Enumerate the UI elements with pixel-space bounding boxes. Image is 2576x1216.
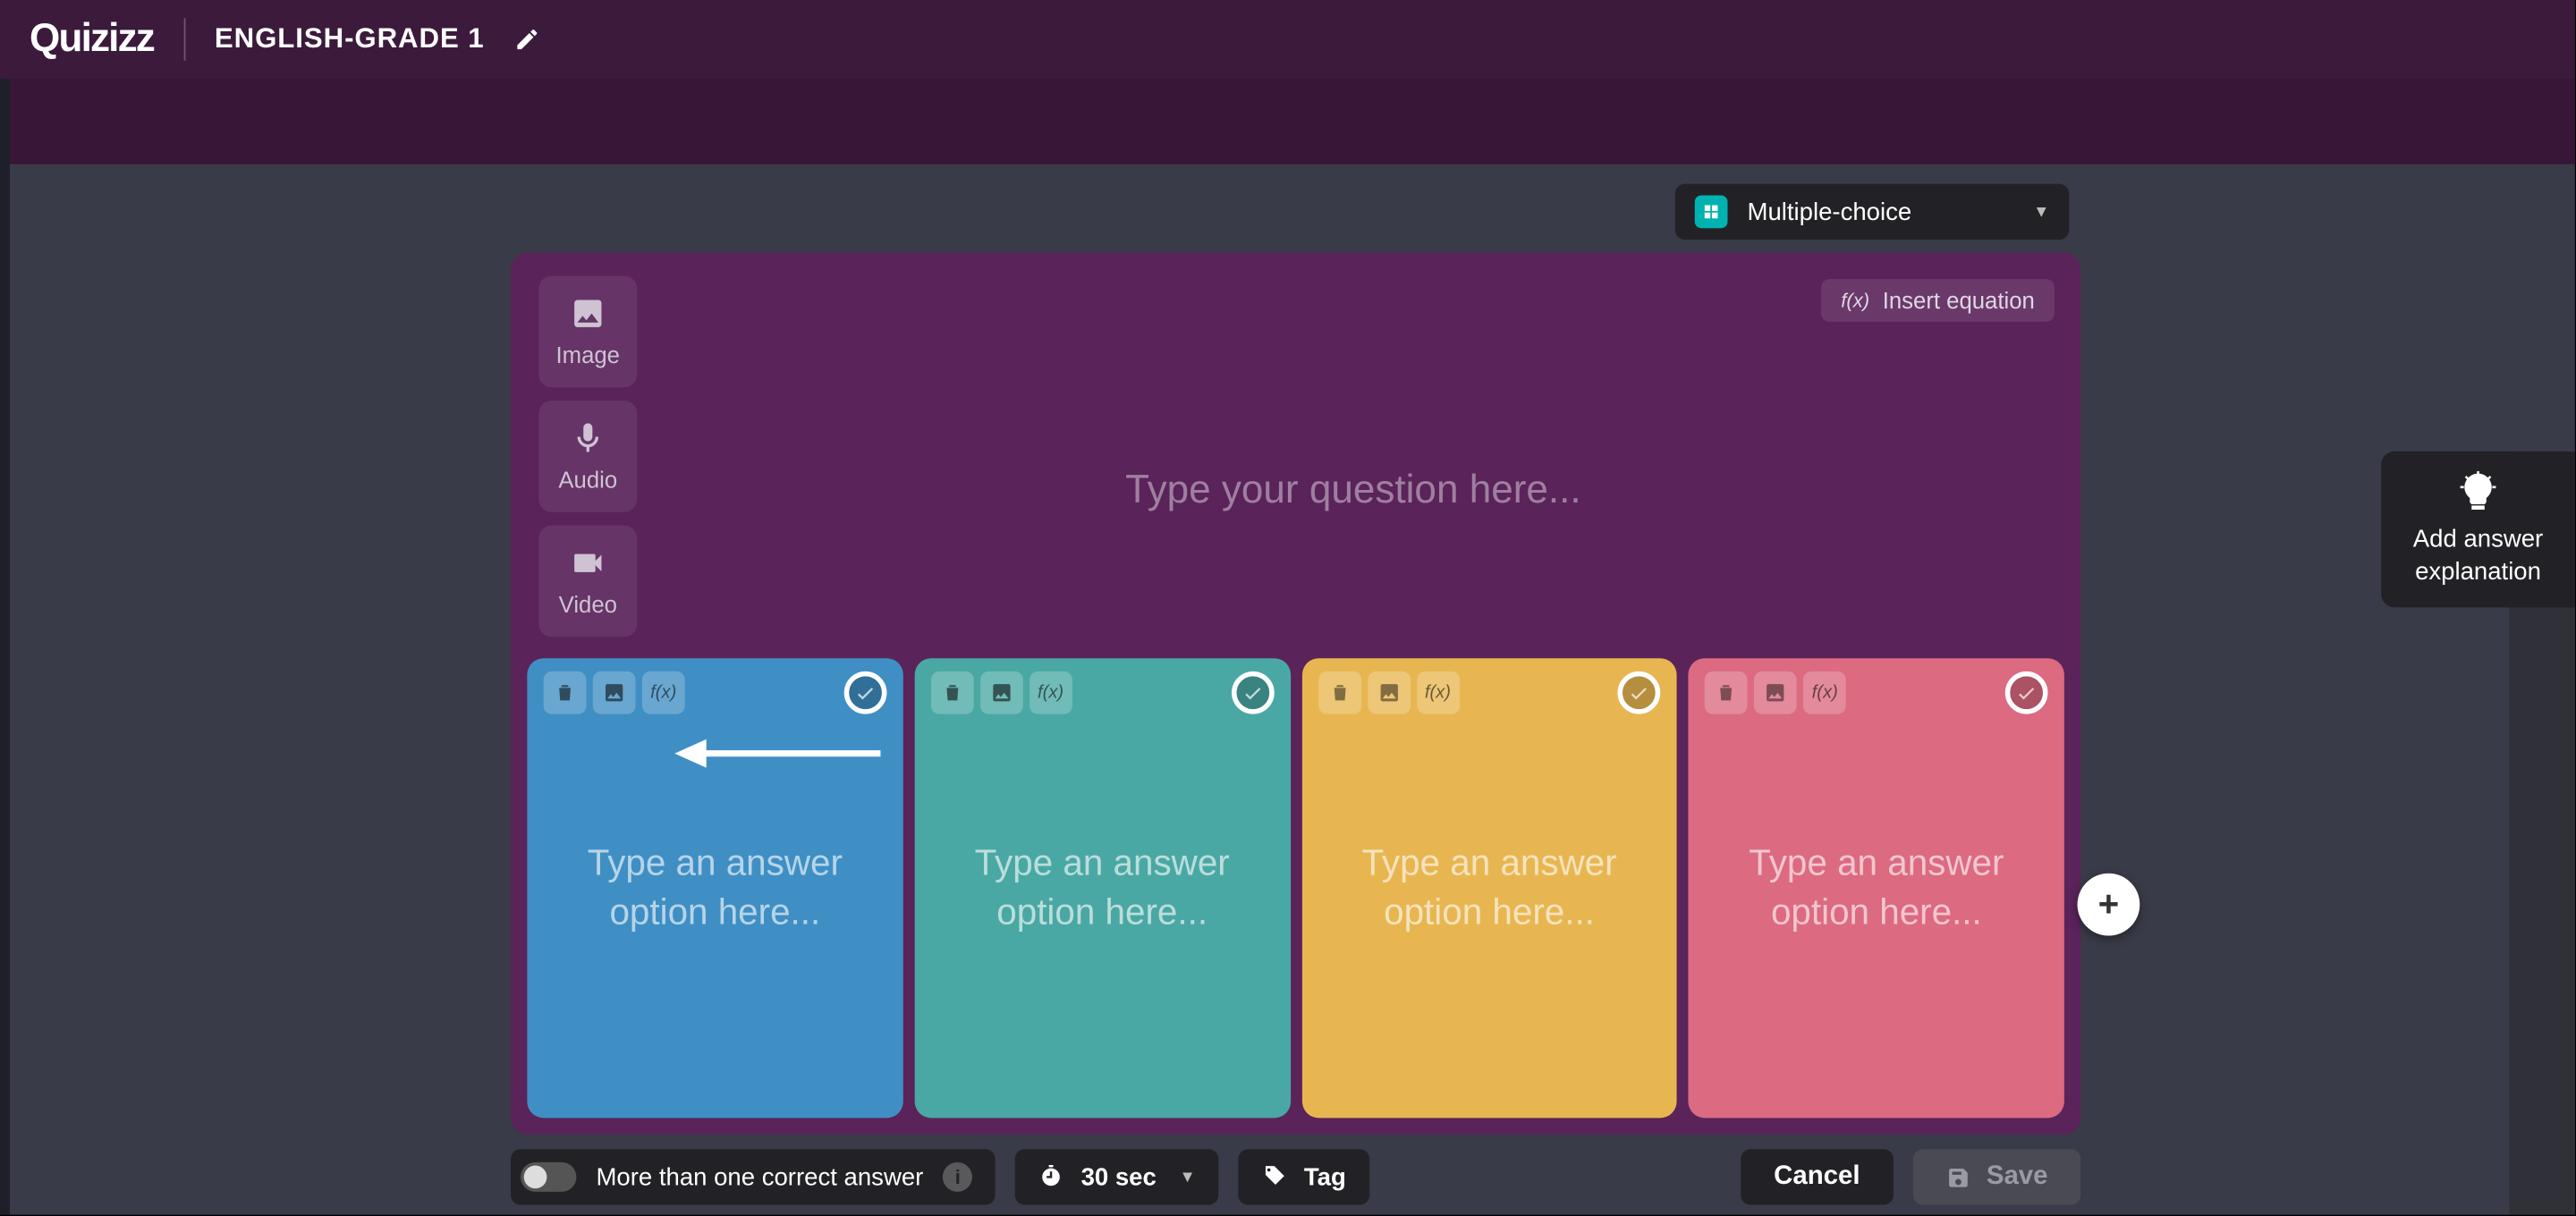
trash-icon bbox=[1715, 681, 1738, 705]
answer-image-button[interactable] bbox=[1754, 671, 1797, 714]
answer-placeholder: Type an answer option here... bbox=[931, 840, 1274, 937]
question-placeholder: Type your question here... bbox=[1125, 468, 1580, 513]
mark-correct-toggle[interactable] bbox=[843, 671, 886, 714]
microphone-icon bbox=[570, 420, 606, 456]
fx-icon: f(x) bbox=[1841, 289, 1869, 312]
mark-correct-toggle[interactable] bbox=[1231, 671, 1274, 714]
secondary-bar bbox=[10, 79, 2575, 164]
answer-placeholder: Type an answer option here... bbox=[1705, 840, 2047, 937]
image-icon bbox=[570, 295, 606, 331]
answer-option-1[interactable]: f(x) Type an answer option here... bbox=[527, 658, 902, 1118]
chevron-down-icon: ▼ bbox=[2033, 203, 2049, 221]
answer-option-2[interactable]: f(x) Type an answer option here... bbox=[914, 658, 1290, 1118]
answer-option-3[interactable]: f(x) Type an answer option here... bbox=[1301, 658, 1677, 1118]
multiple-choice-icon bbox=[1695, 195, 1728, 228]
question-editor-panel: Image Audio Video f(x) Insert equation T… bbox=[511, 253, 2080, 1135]
lightbulb-icon bbox=[2457, 471, 2500, 514]
edit-title-icon[interactable] bbox=[514, 26, 540, 52]
mark-correct-toggle[interactable] bbox=[2005, 671, 2048, 714]
brand-bar: Quizizz ENGLISH-GRADE 1 bbox=[0, 0, 2575, 79]
answer-equation-button[interactable]: f(x) bbox=[1417, 671, 1460, 714]
answer-image-button[interactable] bbox=[593, 671, 636, 714]
fx-icon: f(x) bbox=[1425, 683, 1451, 703]
editor-footer: More than one correct answer i 30 sec ▼ … bbox=[511, 1139, 2080, 1214]
answer-equation-button[interactable]: f(x) bbox=[642, 671, 685, 714]
info-icon[interactable]: i bbox=[943, 1162, 972, 1192]
delete-answer-button[interactable] bbox=[1705, 671, 1748, 714]
mark-correct-toggle[interactable] bbox=[1618, 671, 1661, 714]
add-video-button[interactable]: Video bbox=[538, 526, 637, 638]
add-explanation-button[interactable]: Add answer explanation bbox=[2381, 452, 2575, 607]
image-icon bbox=[1377, 681, 1400, 705]
answer-equation-button[interactable]: f(x) bbox=[1030, 671, 1072, 714]
insert-equation-button[interactable]: f(x) Insert equation bbox=[1821, 279, 2055, 322]
answer-tools: f(x) bbox=[931, 671, 1072, 714]
image-icon bbox=[990, 681, 1013, 705]
quiz-title: ENGLISH-GRADE 1 bbox=[215, 23, 485, 56]
delete-answer-button[interactable] bbox=[544, 671, 587, 714]
add-answer-button[interactable]: + bbox=[2078, 874, 2140, 936]
image-icon bbox=[1764, 681, 1787, 705]
left-gutter bbox=[0, 79, 10, 1215]
delete-answer-button[interactable] bbox=[931, 671, 974, 714]
answer-tools: f(x) bbox=[544, 671, 685, 714]
answer-equation-button[interactable]: f(x) bbox=[1803, 671, 1846, 714]
fx-icon: f(x) bbox=[1812, 683, 1838, 703]
save-icon bbox=[1945, 1165, 1970, 1190]
question-type-dropdown[interactable]: Multiple-choice ▼ bbox=[1675, 184, 2070, 240]
video-icon bbox=[570, 545, 606, 581]
brand-logo: Quizizz bbox=[30, 16, 154, 62]
answer-tools: f(x) bbox=[1318, 671, 1459, 714]
timer-dropdown[interactable]: 30 sec ▼ bbox=[1015, 1149, 1218, 1204]
answer-image-button[interactable] bbox=[1367, 671, 1410, 714]
save-button[interactable]: Save bbox=[1912, 1149, 2080, 1204]
trash-icon bbox=[554, 681, 577, 705]
fx-icon: f(x) bbox=[650, 683, 676, 703]
check-icon bbox=[1628, 681, 1651, 705]
editor-stage: Multiple-choice ▼ Image Audio Video bbox=[10, 165, 2575, 1215]
divider bbox=[183, 18, 185, 61]
delete-answer-button[interactable] bbox=[1318, 671, 1360, 714]
check-icon bbox=[1241, 681, 1264, 705]
multi-correct-toggle-wrap: More than one correct answer i bbox=[511, 1149, 996, 1204]
trash-icon bbox=[1327, 681, 1351, 705]
cancel-button[interactable]: Cancel bbox=[1741, 1149, 1893, 1204]
answer-option-4[interactable]: f(x) Type an answer option here... bbox=[1689, 658, 2064, 1118]
add-image-button[interactable]: Image bbox=[538, 275, 637, 387]
question-text-input[interactable]: Type your question here... bbox=[658, 351, 2047, 630]
answer-options-row: f(x) Type an answer option here... f(x) … bbox=[527, 658, 2063, 1118]
multi-correct-label: More than one correct answer bbox=[596, 1163, 923, 1191]
question-type-label: Multiple-choice bbox=[1748, 198, 1912, 225]
add-audio-button[interactable]: Audio bbox=[538, 401, 637, 512]
answer-placeholder: Type an answer option here... bbox=[544, 840, 886, 937]
answer-placeholder: Type an answer option here... bbox=[1318, 840, 1660, 937]
stopwatch-icon bbox=[1038, 1164, 1064, 1190]
app-root: { "brand": "Quizizz", "quiz_title": "ENG… bbox=[0, 0, 2575, 1215]
chevron-down-icon: ▼ bbox=[1180, 1168, 1196, 1186]
tag-icon bbox=[1261, 1164, 1287, 1190]
answer-image-button[interactable] bbox=[980, 671, 1023, 714]
media-buttons-column: Image Audio Video bbox=[538, 275, 637, 637]
check-icon bbox=[2015, 681, 2038, 705]
trash-icon bbox=[941, 681, 964, 705]
multi-correct-toggle[interactable] bbox=[521, 1162, 576, 1192]
check-icon bbox=[853, 681, 877, 705]
image-icon bbox=[603, 681, 626, 705]
fx-icon: f(x) bbox=[1038, 683, 1063, 703]
tag-button[interactable]: Tag bbox=[1238, 1149, 1368, 1204]
answer-tools: f(x) bbox=[1705, 671, 1846, 714]
